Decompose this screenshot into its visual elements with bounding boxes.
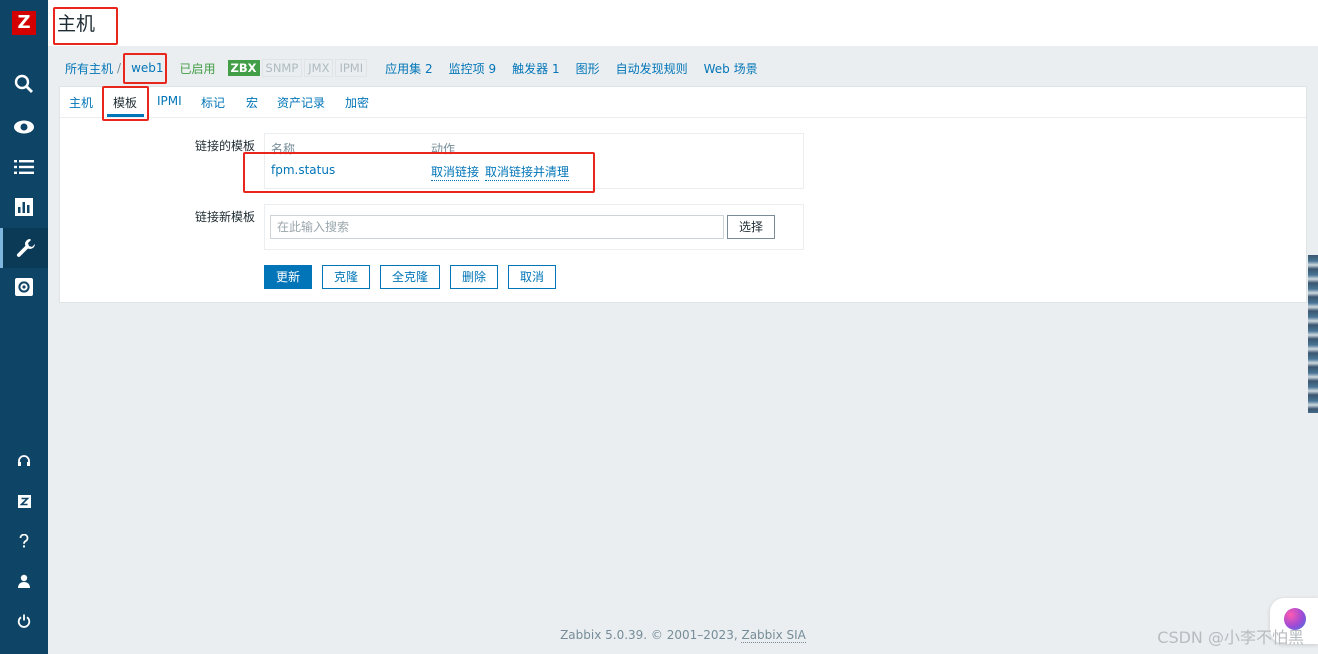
linked-templates-label: 链接的模板: [194, 139, 255, 153]
tab-host[interactable]: 主机: [69, 94, 93, 111]
status-enabled[interactable]: 已启用: [180, 60, 216, 77]
delete-button[interactable]: 删除: [450, 265, 498, 289]
footer-zabbix-sia-link[interactable]: Zabbix SIA: [741, 628, 806, 643]
breadcrumb: 所有主机 / web1 已启用 ZBX SNMP JMX IPMI 应用集 2 …: [65, 58, 758, 78]
tab-encryption[interactable]: 加密: [345, 94, 369, 111]
power-icon[interactable]: [0, 601, 48, 641]
unlink-button[interactable]: 取消链接: [431, 163, 480, 181]
tab-ipmi[interactable]: IPMI: [157, 94, 182, 108]
headset-icon[interactable]: [0, 441, 48, 481]
page-title: 主机: [57, 13, 96, 35]
link-new-templates-label: 链接新模板: [194, 210, 255, 224]
tab-macros[interactable]: 宏: [246, 94, 258, 111]
search-icon[interactable]: [0, 64, 48, 104]
column-action-header: 动作: [431, 142, 456, 156]
template-search-input[interactable]: [270, 215, 724, 239]
tab-templates[interactable]: 模板: [113, 94, 137, 111]
link-discovery-rules[interactable]: 自动发现规则: [616, 60, 688, 77]
wrench-icon[interactable]: [0, 228, 48, 268]
tab-tags[interactable]: 标记: [201, 94, 225, 111]
clone-button[interactable]: 克隆: [322, 265, 370, 289]
ipmi-badge: IPMI: [335, 59, 368, 77]
gear-icon[interactable]: [0, 267, 48, 307]
tab-bar: 主机 模板 IPMI 标记 宏 资产记录 加密: [60, 87, 1306, 118]
linked-templates-table: 名称 动作 fpm.status 取消链接 取消链接并清理: [264, 133, 804, 189]
snmp-badge: SNMP: [261, 59, 303, 77]
link-web-scenarios[interactable]: Web 场景: [704, 60, 758, 77]
user-icon[interactable]: [0, 561, 48, 601]
footer-copyright: Zabbix 5.0.39. © 2001–2023,: [560, 628, 738, 642]
template-link-fpm-status[interactable]: fpm.status: [271, 163, 335, 177]
host-form-panel: 主机 模板 IPMI 标记 宏 资产记录 加密 链接的模板 名称 动作 fpm.…: [59, 86, 1307, 303]
eye-icon[interactable]: [0, 107, 48, 147]
chart-icon[interactable]: [0, 187, 48, 227]
link-graphs[interactable]: 图形: [576, 60, 600, 77]
list-icon[interactable]: [0, 147, 48, 187]
zabbix-logo[interactable]: Z: [12, 11, 36, 35]
page-header: 主机: [48, 0, 1318, 46]
link-triggers[interactable]: 触发器 1: [512, 60, 559, 77]
link-items[interactable]: 监控项 9: [449, 60, 496, 77]
cancel-button[interactable]: 取消: [508, 265, 556, 289]
full-clone-button[interactable]: 全克隆: [380, 265, 440, 289]
breadcrumb-host[interactable]: web1: [131, 61, 163, 75]
zabbix-share-icon[interactable]: [0, 481, 48, 521]
select-template-button[interactable]: 选择: [727, 215, 775, 239]
zbx-badge: ZBX: [227, 60, 260, 76]
footer: Zabbix 5.0.39. © 2001–2023, Zabbix SIA: [48, 628, 1318, 643]
tab-inventory[interactable]: 资产记录: [277, 94, 325, 111]
watermark: CSDN @小李不怕黑: [1157, 628, 1304, 647]
unlink-and-clear-button[interactable]: 取消链接并清理: [485, 163, 570, 181]
active-tab-indicator: [107, 114, 144, 117]
link-new-templates-box: 选择: [264, 204, 804, 250]
side-overlay-strip: [1308, 255, 1318, 413]
breadcrumb-separator: /: [117, 61, 122, 75]
update-button[interactable]: 更新: [264, 265, 312, 289]
breadcrumb-all-hosts[interactable]: 所有主机: [65, 60, 113, 77]
jmx-badge: JMX: [304, 59, 334, 77]
link-applications[interactable]: 应用集 2: [385, 60, 432, 77]
help-icon[interactable]: [0, 521, 48, 561]
column-name-header: 名称: [271, 142, 296, 156]
sidebar: Z: [0, 0, 48, 654]
